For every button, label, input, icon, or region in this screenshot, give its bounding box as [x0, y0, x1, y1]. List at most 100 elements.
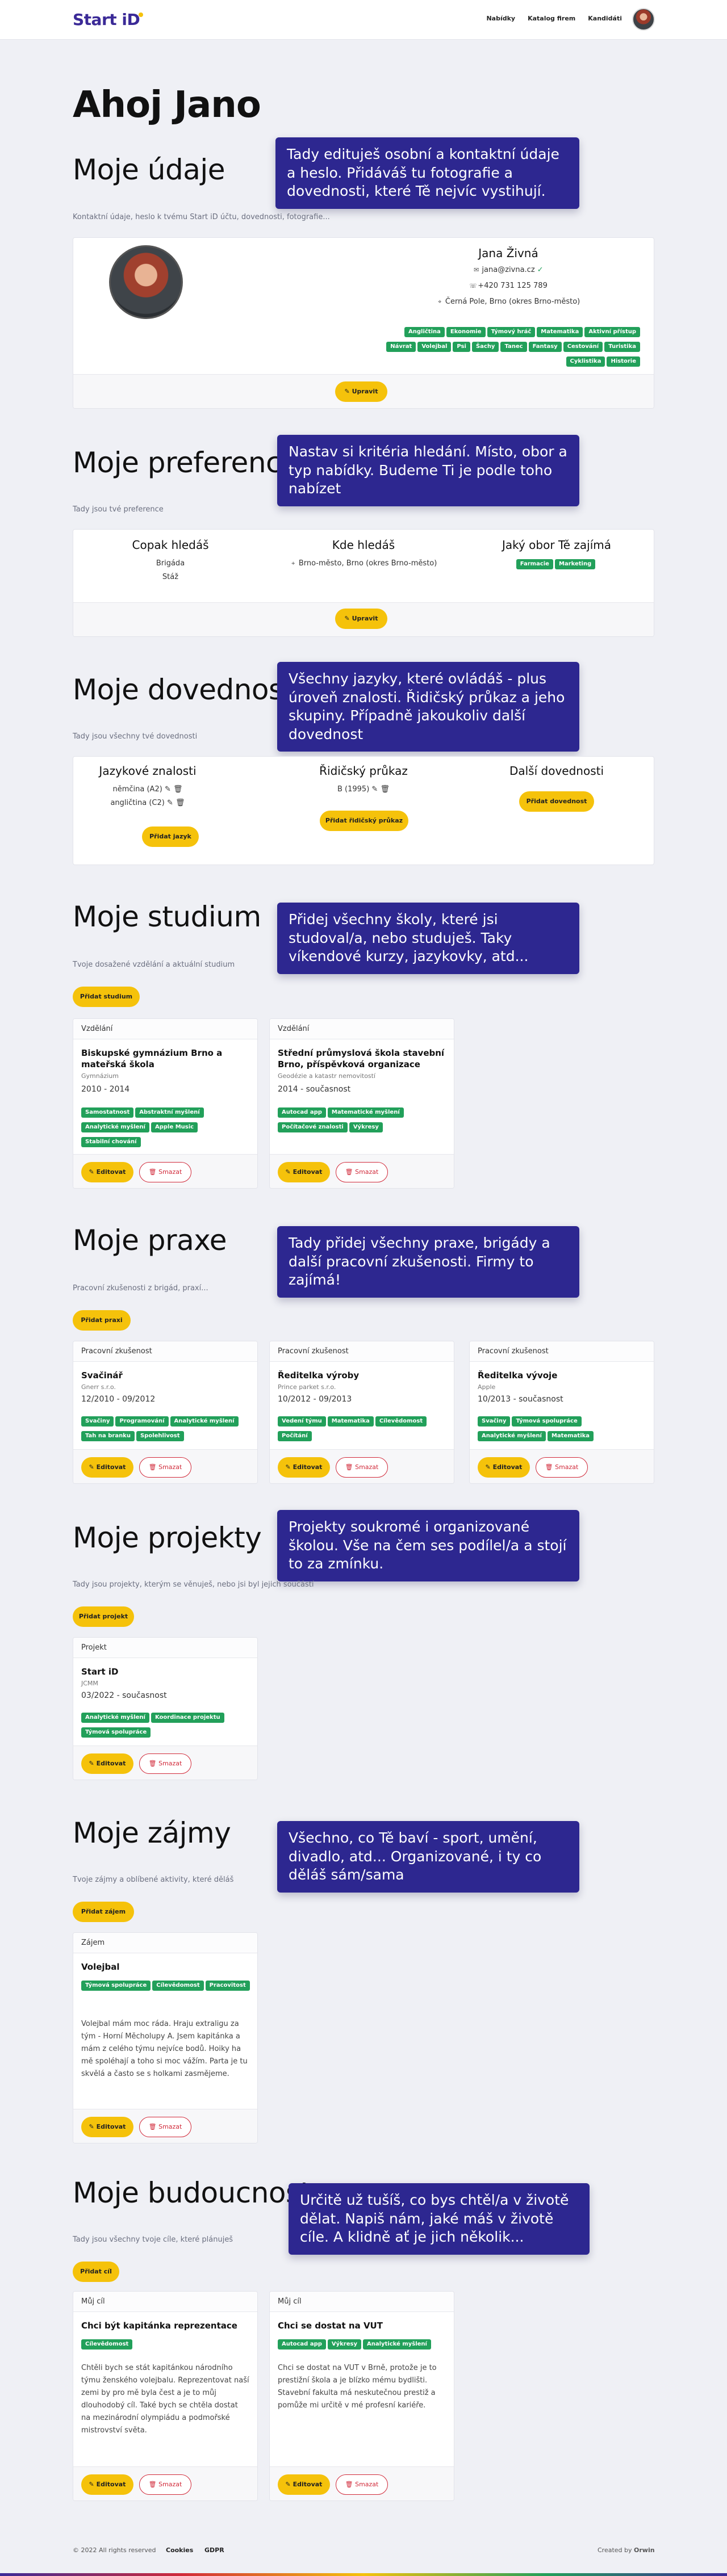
edit-button[interactable]: ✎ Editovat: [81, 1457, 133, 1478]
edit-button[interactable]: ✎ Editovat: [278, 1162, 330, 1182]
delete-button[interactable]: 🗑 Smazat: [139, 2117, 191, 2137]
edit-label: Editovat: [96, 2123, 126, 2130]
delete-button[interactable]: 🗑 Smazat: [139, 1162, 191, 1182]
greeting-title: Ahoj Jano: [73, 84, 261, 126]
delete-button[interactable]: 🗑 Smazat: [139, 2474, 191, 2495]
tag: Týmová spolupráce: [81, 1727, 151, 1738]
footer-link-gdpr[interactable]: GDPR: [204, 2546, 224, 2554]
edit-label: Editovat: [492, 1463, 523, 1471]
proj-title: Moje projekty: [73, 1521, 262, 1554]
tag: Historie: [607, 356, 640, 367]
edit-icon[interactable]: ✎: [371, 785, 378, 794]
card-header: Projekt: [73, 1638, 257, 1658]
tag: Návrat: [386, 342, 416, 352]
trash-icon[interactable]: 🗑: [173, 785, 183, 794]
tag: Matematické myšlení: [327, 1107, 404, 1118]
tag: Marketing: [554, 559, 596, 569]
add-licence-button[interactable]: Přidat řidičský průkaz: [320, 811, 408, 831]
nav-link-nabidky[interactable]: Nabídky: [486, 15, 515, 22]
footer-link-cookies[interactable]: Cookies: [166, 2546, 193, 2554]
edit-icon[interactable]: ✎: [165, 785, 171, 794]
delete-label: Smazat: [158, 1463, 182, 1471]
add-interest-button[interactable]: Přidat zájem: [73, 1902, 134, 1922]
nav-links: Nabídky Katalog firem Kandidáti: [486, 15, 622, 22]
delete-button[interactable]: 🗑 Smazat: [139, 1753, 191, 1774]
praxe-subtitle: Pracovní zkušenosti z brigád, praxí...: [73, 1284, 208, 1293]
nav-link-katalog[interactable]: Katalog firem: [528, 15, 575, 22]
delete-button[interactable]: 🗑 Smazat: [336, 1457, 388, 1478]
pref-col1-head: Copak hledáš: [132, 538, 209, 552]
add-language-button[interactable]: Přidat jazyk: [142, 826, 199, 847]
add-goal-button[interactable]: Přidat cíl: [73, 2262, 119, 2282]
card-description: Chtěli bych se stát kapitánkou národního…: [81, 2364, 249, 2435]
edit-icon: ✎: [89, 2123, 94, 2130]
add-practice-button[interactable]: Přidat praxi: [73, 1310, 131, 1331]
edit-icon: ✎: [344, 615, 350, 622]
trash-icon[interactable]: 🗑: [380, 785, 390, 794]
footer: © 2022 All rights reserved Cookies GDPR …: [0, 2522, 727, 2576]
stud-callout: Přidej všechny školy, které jsi studoval…: [277, 903, 579, 974]
tag: Analytické myšlení: [81, 1122, 149, 1132]
tag: Programování: [115, 1416, 169, 1427]
card-tags: Svačiny Týmová spolupráce Analytické myšle…: [478, 1414, 648, 1444]
user-avatar[interactable]: [632, 8, 655, 31]
edit-icon: ✎: [89, 1760, 94, 1767]
profile-photo: [109, 245, 183, 319]
tag: Výkresy: [327, 2339, 361, 2350]
footer-author[interactable]: Orwin: [634, 2546, 655, 2554]
profile-address: Černá Pole, Brno (okres Brno-město): [445, 297, 580, 306]
card-header: Vzdělání: [270, 1019, 454, 1039]
edit-label: Editovat: [293, 2481, 323, 2488]
trash-icon: 🗑: [345, 1463, 353, 1471]
trash-icon: 🗑: [148, 2481, 157, 2488]
dov-col2-head: Řidičský průkaz: [319, 764, 408, 778]
card-header: Můj cíl: [270, 2292, 454, 2312]
delete-button[interactable]: 🗑 Smazat: [336, 1162, 388, 1182]
card-tags: Autocad app Výkresy Analytické myšlení: [278, 2337, 448, 2352]
card-header: Pracovní zkušenost: [270, 1341, 454, 1362]
add-study-button[interactable]: Přidat studium: [73, 987, 140, 1007]
delete-button[interactable]: 🗑 Smazat: [139, 1457, 191, 1478]
card-tags: Vedení týmu Matematika Cílevědomost Počítán…: [278, 1414, 448, 1444]
card-description: Volejbal mám moc ráda. Hraju extraligu z…: [81, 2020, 248, 2078]
card-header: Zájem: [73, 1933, 257, 1953]
edit-button[interactable]: ✎ Editovat: [81, 1753, 133, 1774]
nav-link-kandidati[interactable]: Kandidáti: [588, 15, 622, 22]
licence-value: B (1995): [337, 785, 370, 794]
edit-button[interactable]: ✎ Editovat: [478, 1457, 530, 1478]
trash-icon: 🗑: [345, 2481, 353, 2488]
edit-button[interactable]: ✎ Editovat: [81, 2117, 133, 2137]
edit-icon[interactable]: ✎: [167, 799, 173, 807]
pref-edit-button[interactable]: ✎ Upravit: [335, 609, 387, 629]
tag: Autocad app: [278, 1107, 326, 1118]
edit-label: Editovat: [293, 1463, 323, 1471]
tag: Svačiny: [478, 1416, 511, 1427]
footer-color-strip: [0, 2573, 727, 2576]
delete-label: Smazat: [355, 1168, 379, 1176]
tag: Abstraktní myšlení: [135, 1107, 204, 1118]
trash-icon[interactable]: 🗑: [176, 799, 185, 807]
tag: Volejbal: [417, 342, 452, 352]
tag: Apple Music: [151, 1122, 198, 1132]
card-tags: Analytické myšlení Koordinace projektuTým…: [81, 1710, 252, 1740]
delete-button[interactable]: 🗑 Smazat: [536, 1457, 588, 1478]
edit-button[interactable]: ✎ Editovat: [81, 1162, 133, 1182]
edit-button[interactable]: ✎ Editovat: [81, 2474, 133, 2495]
tag: Tah na branku: [81, 1431, 135, 1441]
udaje-edit-button[interactable]: ✎ Upravit: [335, 381, 387, 402]
edit-icon: ✎: [285, 1168, 291, 1176]
card-title: Svačinář: [81, 1370, 123, 1381]
card-header: Pracovní zkušenost: [73, 1341, 257, 1362]
edit-button[interactable]: ✎ Editovat: [278, 2474, 330, 2495]
edit-button[interactable]: ✎ Editovat: [278, 1457, 330, 1478]
card-title: Střední průmyslová škola stavební Brno, …: [278, 1048, 445, 1069]
add-skill-button[interactable]: Přidat dovednost: [519, 791, 594, 812]
brand-logo[interactable]: Start iD: [73, 10, 144, 29]
mail-icon: ✉: [474, 266, 479, 274]
delete-button[interactable]: 🗑 Smazat: [336, 2474, 388, 2495]
edit-icon: ✎: [285, 1463, 291, 1471]
brand-text: Start iD: [73, 10, 140, 29]
delete-label: Smazat: [555, 1463, 579, 1471]
study-card: Vzdělání Střední průmyslová škola staveb…: [269, 1018, 454, 1189]
add-project-button[interactable]: Přidat projekt: [73, 1606, 134, 1627]
